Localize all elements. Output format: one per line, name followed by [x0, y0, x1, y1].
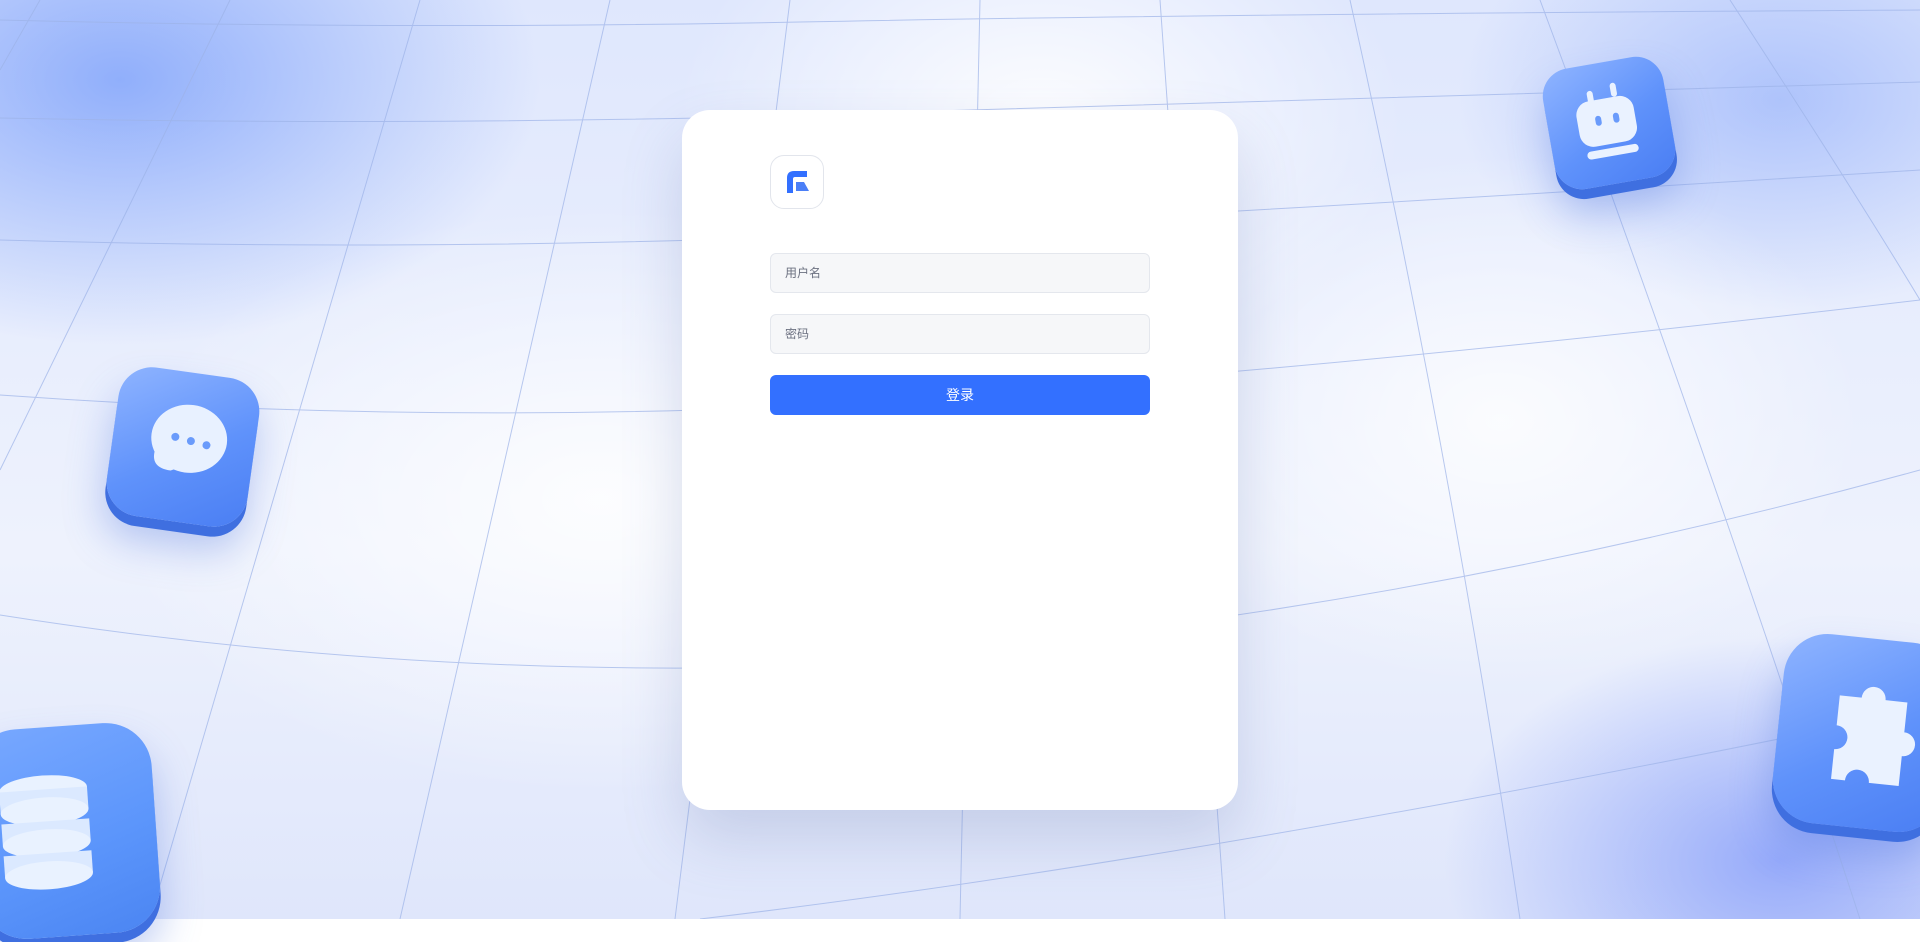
robot-icon [1538, 52, 1680, 194]
password-input[interactable] [770, 314, 1150, 354]
login-button[interactable]: 登录 [770, 375, 1150, 415]
login-card: 登录 [682, 110, 1238, 810]
database-icon [0, 719, 164, 942]
username-input[interactable] [770, 253, 1150, 293]
chat-bubble-icon [102, 362, 264, 532]
puzzle-icon [1768, 629, 1920, 837]
app-logo-icon [770, 155, 824, 209]
